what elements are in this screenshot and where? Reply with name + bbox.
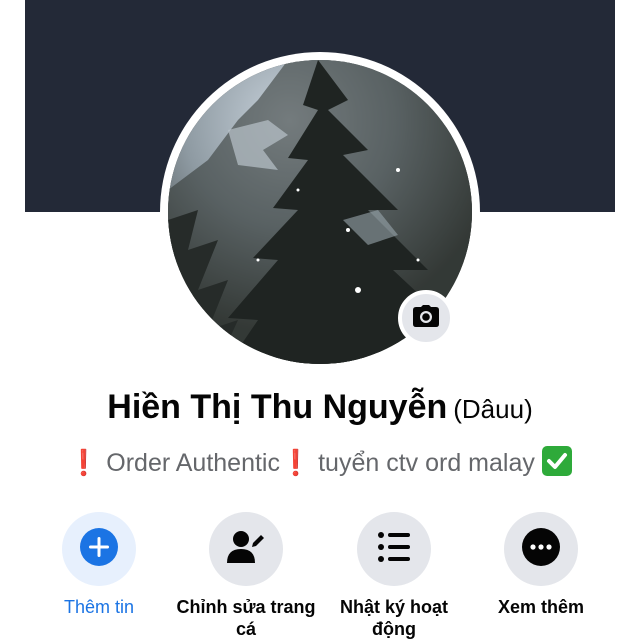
activity-log-label: Nhật ký hoạt động xyxy=(339,597,449,639)
edit-profile-button[interactable]: Chỉnh sửa trang cá xyxy=(171,512,321,640)
plus-icon xyxy=(80,527,118,571)
profile-nickname: (Dâuu) xyxy=(453,394,533,424)
exclamation-icon: ❗ xyxy=(68,449,100,477)
profile-name-row: Hiền Thị Thu Nguyễn (Dâuu) xyxy=(0,388,640,427)
add-story-label: Thêm tin xyxy=(63,597,135,617)
edit-profile-icon xyxy=(227,529,265,570)
profile-name: Hiền Thị Thu Nguyễn xyxy=(107,388,448,426)
see-more-label: Xem thêm xyxy=(497,597,585,617)
check-mark-icon xyxy=(541,446,572,476)
see-more-button[interactable]: Xem thêm xyxy=(466,512,616,618)
profile-bio: ❗ Order Authentic❗ tuyển ctv ord malay xyxy=(0,446,640,478)
profile-actions: Thêm tin Chỉnh sửa trang cá Nhật ký hoạt… xyxy=(0,512,640,640)
bio-text-2: tuyển ctv ord malay xyxy=(318,449,535,477)
exclamation-icon: ❗ xyxy=(280,449,312,477)
bio-text-1: Order Authentic xyxy=(106,449,280,477)
edit-profile-label: Chỉnh sửa trang cá xyxy=(176,597,316,639)
list-icon xyxy=(378,531,410,567)
add-story-button[interactable]: Thêm tin xyxy=(24,512,174,618)
activity-log-button[interactable]: Nhật ký hoạt động xyxy=(319,512,469,640)
change-avatar-button[interactable] xyxy=(398,290,454,346)
more-icon xyxy=(522,527,560,571)
camera-icon xyxy=(413,304,439,332)
